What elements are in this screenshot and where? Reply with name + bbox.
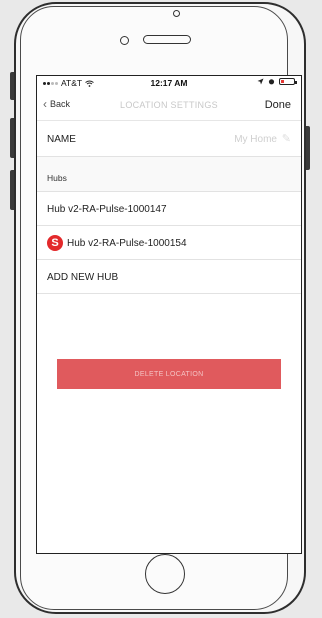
delete-location-button[interactable]: DELETE LOCATION [57, 359, 281, 389]
front-camera [173, 10, 180, 17]
mute-switch [10, 72, 14, 100]
name-label: NAME [47, 134, 76, 145]
alarm-icon [268, 79, 275, 85]
volume-down-button [10, 170, 14, 210]
hubs-header-label: Hubs [47, 173, 67, 183]
add-new-hub-button[interactable]: ADD NEW HUB [37, 260, 301, 294]
hub-list-item[interactable]: Hub v2-RA-Pulse-1000147 [37, 192, 301, 226]
home-button[interactable] [145, 554, 185, 594]
add-new-hub-label: ADD NEW HUB [47, 272, 119, 283]
power-button [306, 126, 310, 170]
nav-bar: ‹ Back LOCATION SETTINGS Done [37, 90, 301, 121]
page-title: LOCATION SETTINGS [120, 100, 218, 110]
hub-label: Hub v2-RA-Pulse-1000147 [47, 204, 167, 215]
battery-icon [279, 78, 297, 85]
hub-list-item[interactable]: S Hub v2-RA-Pulse-1000154 [37, 226, 301, 260]
earpiece-speaker [143, 35, 191, 44]
status-right-group [257, 78, 297, 85]
volume-up-button [10, 118, 14, 158]
done-button[interactable]: Done [265, 99, 291, 111]
location-arrow-icon [257, 78, 264, 85]
s-brand-logo-icon: S [47, 235, 63, 251]
edit-pencil-icon[interactable]: ✎ [282, 132, 291, 145]
status-bar: AT&T 12:17 AM [37, 76, 301, 90]
name-row[interactable]: NAME My Home ✎ [37, 121, 301, 157]
name-value[interactable]: My Home [234, 134, 277, 145]
screen: AT&T 12:17 AM ‹ Back LOCATION SETTINGS D… [36, 75, 302, 554]
hub-label: Hub v2-RA-Pulse-1000154 [67, 238, 187, 249]
proximity-sensor [120, 36, 129, 45]
hubs-section-header: Hubs [37, 157, 301, 192]
